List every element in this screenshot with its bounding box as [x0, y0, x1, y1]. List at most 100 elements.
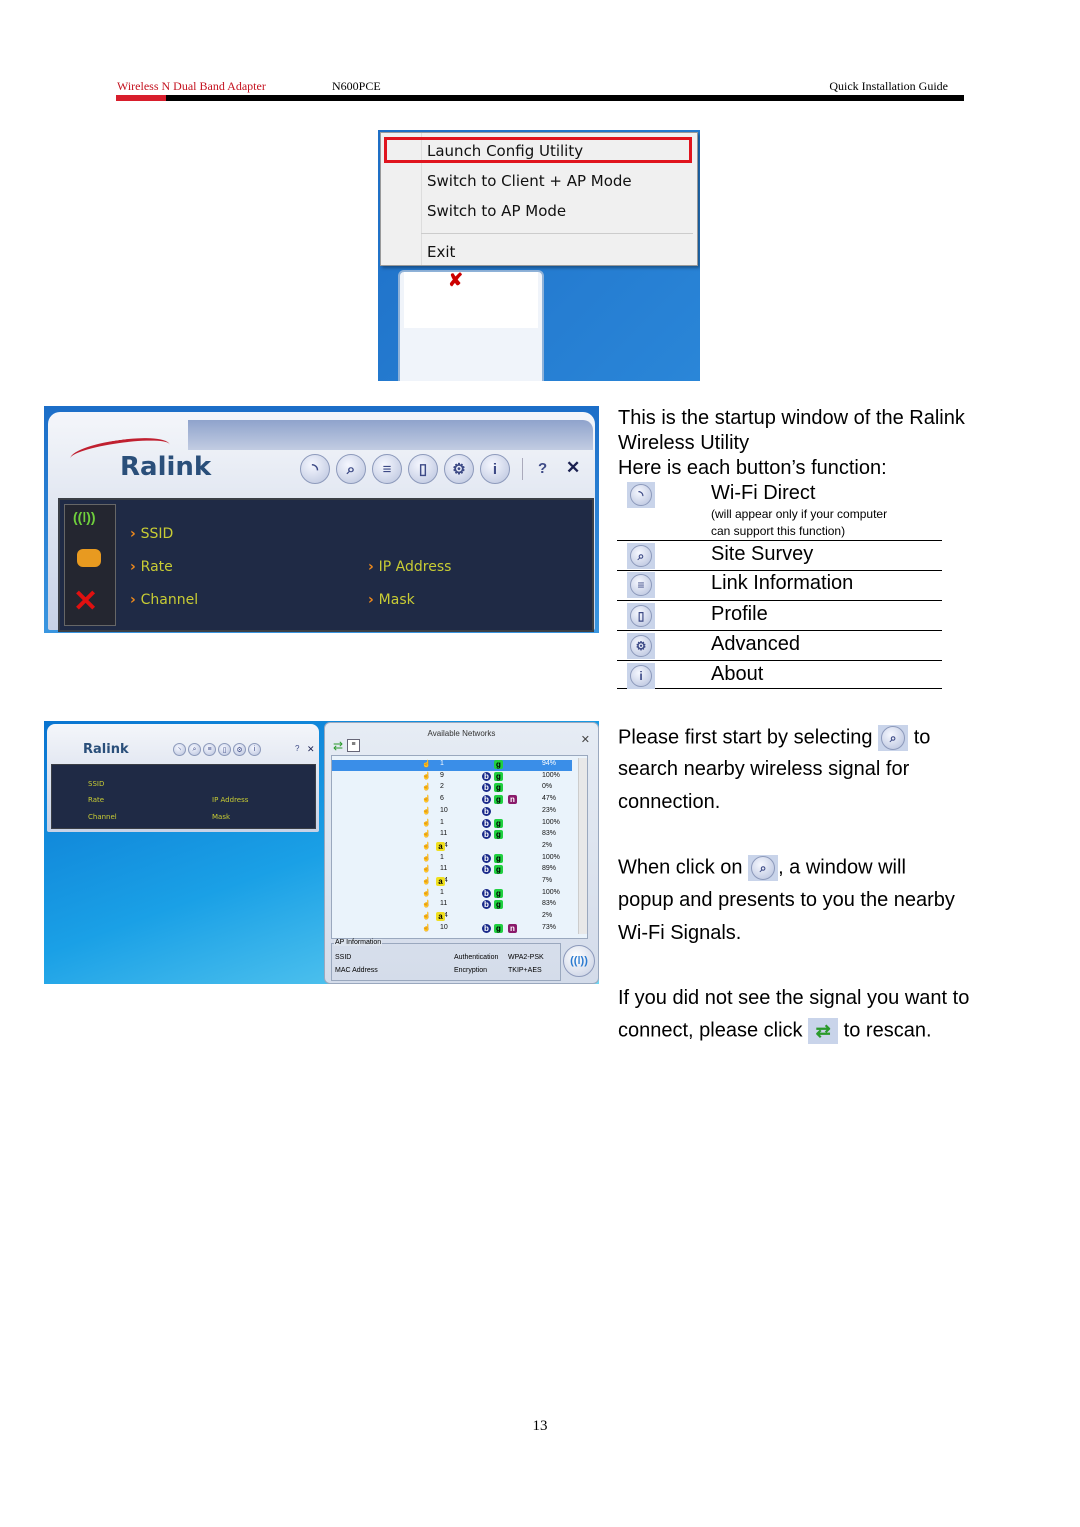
rate-field-small: Rate: [88, 796, 105, 804]
network-status-icon: ☝: [422, 866, 431, 874]
close-button[interactable]: ✕: [566, 458, 580, 478]
network-row[interactable]: ☝ 11 b g 83%: [332, 830, 572, 841]
network-row[interactable]: ☝ 11 b g 83%: [332, 900, 572, 911]
network-signal: 2%: [542, 912, 553, 920]
network-list-scrollbar[interactable]: [578, 758, 587, 934]
network-status-icon: ☝: [422, 924, 431, 932]
channel-field: › Channel: [130, 592, 199, 608]
network-row[interactable]: ☝ 9 b g 100%: [332, 771, 572, 783]
mode-badge-g: g: [494, 865, 503, 875]
menu-item-exit[interactable]: Exit: [427, 243, 455, 261]
function-label: Profile: [711, 603, 768, 625]
network-row[interactable]: ☝ 10 b g n 73%: [332, 923, 572, 935]
antenna-icon: ((ǀ)): [570, 955, 588, 967]
mode-badge-g: g: [494, 783, 503, 793]
tray-overflow-panel: Customize...: [398, 270, 544, 381]
about-button[interactable]: i: [480, 454, 510, 484]
function-row-advanced: ⚙ Advanced: [617, 631, 942, 661]
list-icon[interactable]: ≡: [203, 743, 216, 756]
wifi-direct-button[interactable]: ◝: [300, 454, 330, 484]
network-row[interactable]: ☝64a2%: [332, 841, 572, 853]
help-button[interactable]: ?: [538, 460, 547, 477]
network-row[interactable]: ☝ 1 b g 100%: [332, 818, 572, 830]
network-status-icon: ☝: [422, 831, 431, 839]
mode-badge-b: b: [482, 865, 491, 875]
network-signal: 2%: [542, 841, 553, 849]
header-rule-accent: [116, 95, 166, 101]
ip-address-field: › IP Address: [368, 559, 452, 575]
help-button-small[interactable]: ?: [295, 744, 299, 753]
menu-item-client-ap-mode[interactable]: Switch to Client + AP Mode: [427, 172, 632, 190]
site-survey-button[interactable]: ⌕: [336, 454, 366, 484]
close-button-small[interactable]: ✕: [307, 744, 315, 755]
network-channel: 1: [440, 888, 444, 896]
magnifier-icon: ⌕: [878, 725, 909, 751]
ssid-field-small: SSID: [88, 780, 105, 788]
network-signal: 100%: [542, 888, 560, 896]
mode-badge-b: b: [482, 795, 491, 805]
mode-badge-b: b: [482, 888, 491, 898]
para-click-line-1: When click on ⌕, a window will: [618, 855, 906, 881]
network-row[interactable]: ☝ 2 b g 0%: [332, 783, 572, 794]
mode-badge-g: g: [494, 760, 503, 769]
network-channel: 11: [440, 900, 448, 908]
document-icon: ▯: [418, 461, 428, 478]
menu-item-launch-config[interactable]: Launch Config Utility: [427, 142, 583, 160]
function-label: Advanced: [711, 633, 800, 655]
connect-button[interactable]: ((ǀ)): [563, 945, 595, 977]
gear-icon[interactable]: ⚙: [233, 743, 246, 756]
network-status-icon: ☝: [422, 784, 431, 792]
mode-badge-g: g: [494, 923, 503, 933]
network-channel: 1: [440, 760, 444, 767]
ip-field-small: IP Address: [212, 796, 249, 804]
network-status-icon: ☝: [422, 913, 431, 921]
para-click-line-2: popup and presents to you the nearby: [618, 889, 955, 911]
network-row[interactable]: ☝ 6 b g n 47%: [332, 795, 572, 806]
mode-badge-a: a: [436, 877, 445, 886]
advanced-button[interactable]: ⚙: [444, 454, 474, 484]
mode-badge-g: g: [494, 888, 503, 898]
network-row[interactable]: ☝ 1 b g 100%: [332, 888, 572, 900]
page-number: 13: [532, 1418, 548, 1434]
network-list[interactable]: ☝ 1 g 94% ☝ 9 b g 100% ☝ 2 b g 0% ☝ 6 b g n 47% ☝ 10 b 23% ☝ 1 b g 1…: [331, 755, 588, 939]
network-channel: 2: [440, 783, 444, 791]
network-status-icon: ☝: [422, 842, 431, 850]
networks-title: Available Networks: [427, 729, 496, 738]
network-row[interactable]: ☝ 1 b g 100%: [332, 853, 572, 865]
network-row[interactable]: ☝64a2%: [332, 912, 572, 923]
ralink-tray-icon[interactable]: ✘: [448, 270, 463, 291]
profile-button[interactable]: ▯: [408, 454, 438, 484]
site-survey-screenshot: Ralink ◝ ⌕ ≡ ▯ ⚙ i ? ✕ SSID Rate Channel…: [44, 721, 599, 984]
network-row[interactable]: ☝ 11 b g 89%: [332, 865, 572, 876]
network-row[interactable]: ☝ 10 b 23%: [332, 806, 572, 818]
function-note: can support this function): [711, 524, 846, 538]
link-info-button[interactable]: ≡: [372, 454, 402, 484]
magnifier-icon: ⌕: [346, 460, 356, 478]
mode-badge-g: g: [494, 795, 503, 805]
ap-information: AP Information SSID MAC Address Authenti…: [331, 939, 561, 981]
network-row[interactable]: ☝64a7%: [332, 877, 572, 888]
function-label: Site Survey: [711, 543, 814, 565]
network-status-icon: ☝: [422, 901, 431, 909]
network-signal: 83%: [542, 900, 557, 908]
mode-badge-b: b: [482, 806, 491, 816]
menu-item-ap-mode[interactable]: Switch to AP Mode: [427, 202, 566, 220]
rescan-icon: ⇄: [808, 1018, 839, 1044]
document-icon[interactable]: ▯: [218, 743, 231, 756]
network-row[interactable]: ☝ 1 g 94%: [332, 760, 572, 771]
wifi-direct-icon[interactable]: ◝: [173, 743, 186, 756]
wifi-direct-icon: ◝: [312, 461, 318, 478]
ap-enc-value: TKIP+AES: [508, 967, 542, 974]
rescan-icon[interactable]: ⇄: [333, 739, 343, 753]
mode-badge-n: n: [508, 795, 517, 805]
info-icon[interactable]: i: [248, 743, 261, 756]
magnifier-icon[interactable]: ⌕: [188, 743, 201, 756]
ap-auth-label: Authentication: [454, 954, 499, 961]
ralink-logo: Ralink: [120, 452, 212, 482]
list-view-icon[interactable]: ≡: [347, 739, 360, 752]
function-note: (will appear only if your computer: [711, 507, 888, 521]
networks-close-button[interactable]: ✕: [581, 733, 590, 746]
mode-badge-g: g: [494, 830, 503, 840]
ap-auth-value: WPA2-PSK: [508, 954, 544, 961]
network-status-icon: ☝: [422, 796, 431, 804]
